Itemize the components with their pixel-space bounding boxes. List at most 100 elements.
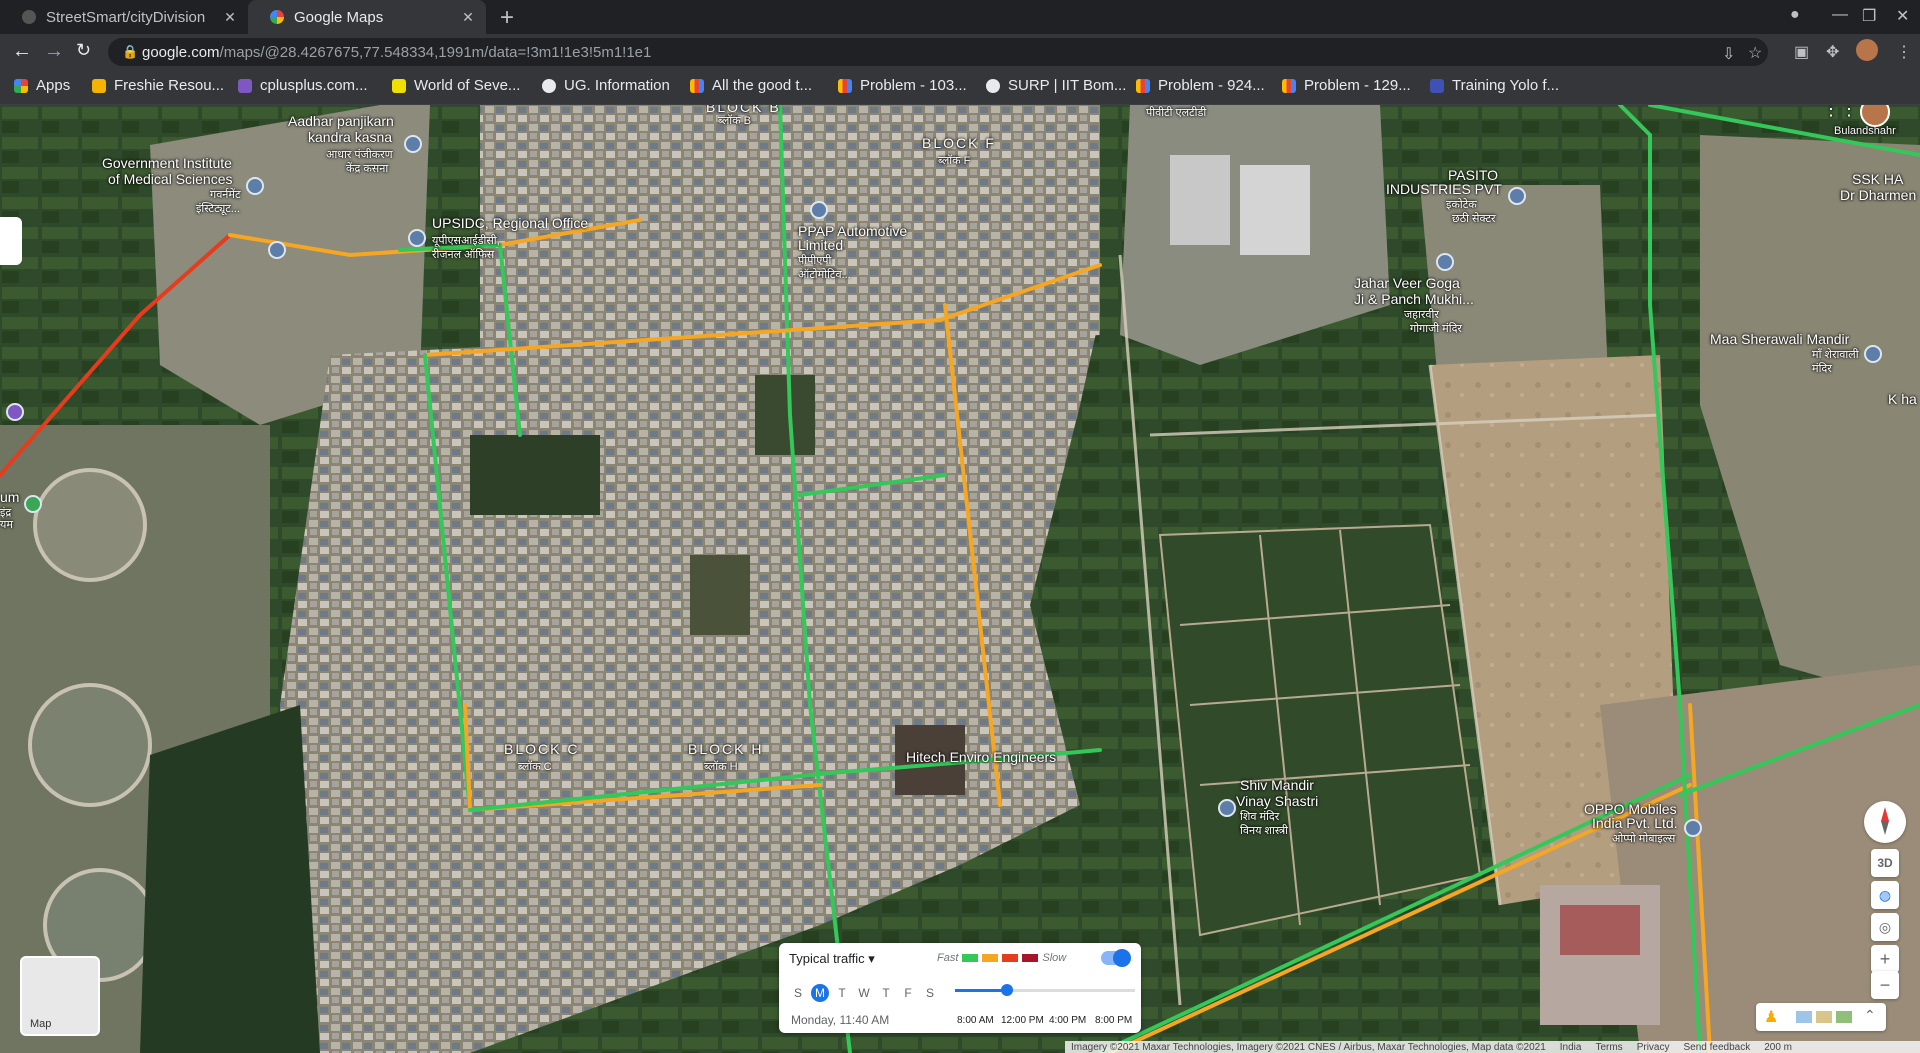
apps-grid-icon[interactable]: ⋮⋮ xyxy=(1822,105,1858,118)
slider-knob[interactable] xyxy=(1001,984,1014,996)
back-icon[interactable]: ← xyxy=(12,40,32,63)
bookmark-item[interactable]: cplusplus.com... xyxy=(238,77,368,94)
bookmark-star-icon[interactable]: ☆ xyxy=(1748,43,1762,63)
address-bar[interactable]: 🔒 google.com/maps/@28.4267675,77.548334,… xyxy=(108,38,1768,66)
map-label[interactable]: um xyxy=(0,489,19,505)
puzzle-icon[interactable]: ✥ xyxy=(1826,42,1839,62)
day-button[interactable]: S xyxy=(789,984,807,1002)
expand-icon[interactable]: ⌃ xyxy=(1864,1007,1876,1024)
bookmark-item[interactable]: Freshie Resou... xyxy=(92,77,224,94)
terms-link[interactable]: Terms xyxy=(1595,1042,1622,1053)
bookmark-item[interactable]: Problem - 103... xyxy=(838,77,967,94)
school-pin-icon[interactable] xyxy=(268,241,286,259)
feedback-link[interactable]: Send feedback xyxy=(1683,1042,1750,1053)
map-label[interactable]: of Medical Sciences xyxy=(108,171,233,187)
place-pin-icon[interactable] xyxy=(408,229,426,247)
tilt-3d-button[interactable]: 3D xyxy=(1871,849,1899,877)
restore-icon[interactable]: ❐ xyxy=(1862,6,1876,26)
profile-menu-icon[interactable]: ● xyxy=(1790,6,1800,24)
extension-icon[interactable]: ▣ xyxy=(1794,42,1809,62)
temple-pin-icon[interactable] xyxy=(1864,345,1882,363)
collapse-side-panel-button[interactable] xyxy=(0,217,22,265)
place-pin-icon[interactable] xyxy=(6,403,24,421)
globe-view-icon[interactable]: ◍ xyxy=(1871,881,1899,909)
day-button[interactable]: F xyxy=(899,984,917,1002)
map-label[interactable]: Government Institute xyxy=(102,155,232,171)
region-link[interactable]: India xyxy=(1560,1042,1582,1053)
park-pin-icon[interactable] xyxy=(24,495,42,513)
layer-thumb-icon[interactable] xyxy=(1836,1011,1852,1023)
map-label[interactable]: kandra kasna xyxy=(308,129,392,145)
tab-google-maps[interactable]: Google Maps ✕ xyxy=(248,0,486,34)
temple-pin-icon[interactable] xyxy=(1218,799,1236,817)
map-canvas[interactable]: Aadhar panjikarn kandra kasna आधार पंजीक… xyxy=(0,105,1920,1053)
map-label[interactable]: Jahar Veer Goga xyxy=(1354,275,1460,291)
minimize-icon[interactable]: — xyxy=(1832,6,1848,24)
codeforces-icon xyxy=(1136,78,1150,93)
bookmark-item[interactable]: Problem - 924... xyxy=(1136,77,1265,94)
day-button[interactable]: W xyxy=(855,984,873,1002)
map-label[interactable]: Limited xyxy=(798,237,843,253)
map-label[interactable]: Shiv Mandir xyxy=(1240,777,1314,793)
block-label: ब्लॉक H xyxy=(704,761,738,773)
temple-pin-icon[interactable] xyxy=(1436,253,1454,271)
day-button[interactable]: M xyxy=(811,984,829,1002)
scale-bar[interactable]: 200 m xyxy=(1764,1042,1792,1053)
place-pin-icon[interactable] xyxy=(810,201,828,219)
map-label[interactable]: Aadhar panjikarn xyxy=(288,113,394,129)
traffic-mode-dropdown[interactable]: Typical traffic ▾ xyxy=(789,951,875,967)
pegman-icon[interactable]: ♟ xyxy=(1764,1007,1778,1027)
layer-thumb-icon[interactable] xyxy=(1796,1011,1812,1023)
place-pin-icon[interactable] xyxy=(404,135,422,153)
map-label[interactable]: Dr Dharmen xyxy=(1840,187,1916,203)
day-button[interactable]: T xyxy=(833,984,851,1002)
map-label[interactable]: K ha xyxy=(1888,391,1917,407)
day-button[interactable]: T xyxy=(877,984,895,1002)
map-label[interactable]: SSK HA xyxy=(1852,171,1903,187)
close-tab-icon[interactable]: ✕ xyxy=(458,9,478,26)
map-label: मंदिर xyxy=(1812,363,1832,375)
new-tab-button[interactable]: + xyxy=(500,4,514,32)
bookmarks-bar: Apps Freshie Resou... cplusplus.com... W… xyxy=(0,70,1920,105)
reload-icon[interactable]: ↻ xyxy=(76,40,91,61)
bookmark-item[interactable]: UG. Information xyxy=(542,77,670,94)
url-text[interactable]: google.com/maps/@28.4267675,77.548334,19… xyxy=(142,44,651,61)
bookmark-item[interactable]: World of Seve... xyxy=(392,77,520,94)
school-pin-icon[interactable] xyxy=(246,177,264,195)
map-label[interactable]: INDUSTRIES PVT xyxy=(1386,181,1502,197)
place-pin-icon[interactable] xyxy=(1508,187,1526,205)
zoom-in-button[interactable]: + xyxy=(1871,945,1899,973)
bookmark-apps[interactable]: Apps xyxy=(14,77,70,94)
tab-streetsmart[interactable]: StreetSmart/cityDivision ✕ xyxy=(0,0,248,34)
bookmark-item[interactable]: SURP | IIT Bom... xyxy=(986,77,1126,94)
slider-fill xyxy=(955,989,1008,992)
map-label[interactable]: Ji & Panch Mukhi... xyxy=(1354,291,1474,307)
map-label[interactable]: Maa Sherawali Mandir xyxy=(1710,331,1849,347)
site-icon xyxy=(1430,78,1444,93)
day-button[interactable]: S xyxy=(921,984,939,1002)
map-type-toggle[interactable]: Map xyxy=(20,956,100,1036)
my-location-icon[interactable]: ◎ xyxy=(1871,913,1899,941)
close-tab-icon[interactable]: ✕ xyxy=(220,9,240,26)
map-label[interactable]: India Pvt. Ltd. xyxy=(1592,815,1678,831)
close-window-icon[interactable]: ✕ xyxy=(1896,6,1909,26)
avatar[interactable] xyxy=(1856,39,1878,61)
tab-strip: StreetSmart/cityDivision ✕ Google Maps ✕… xyxy=(0,0,1920,34)
time-slider[interactable] xyxy=(955,984,1135,996)
menu-icon[interactable]: ⋮ xyxy=(1896,42,1912,62)
bookmark-item[interactable]: Training Yolo f... xyxy=(1430,77,1559,94)
bookmark-item[interactable]: All the good t... xyxy=(690,77,812,94)
map-label: रीजनल ऑफिस xyxy=(432,249,495,261)
traffic-toggle[interactable] xyxy=(1101,949,1131,967)
compass-button[interactable] xyxy=(1864,801,1906,843)
bookmark-item[interactable]: Problem - 129... xyxy=(1282,77,1411,94)
layer-thumb-icon[interactable] xyxy=(1816,1011,1832,1023)
privacy-link[interactable]: Privacy xyxy=(1637,1042,1670,1053)
zoom-out-button[interactable]: − xyxy=(1871,971,1899,999)
map-label[interactable]: Vinay Shastri xyxy=(1236,793,1318,809)
place-pin-icon[interactable] xyxy=(1684,819,1702,837)
forward-icon[interactable]: → xyxy=(44,40,64,63)
map-label[interactable]: Hitech Enviro Engineers xyxy=(906,749,1056,765)
install-icon[interactable]: ⇩ xyxy=(1722,44,1735,64)
map-label[interactable]: UPSIDC, Regional Office xyxy=(432,215,588,231)
